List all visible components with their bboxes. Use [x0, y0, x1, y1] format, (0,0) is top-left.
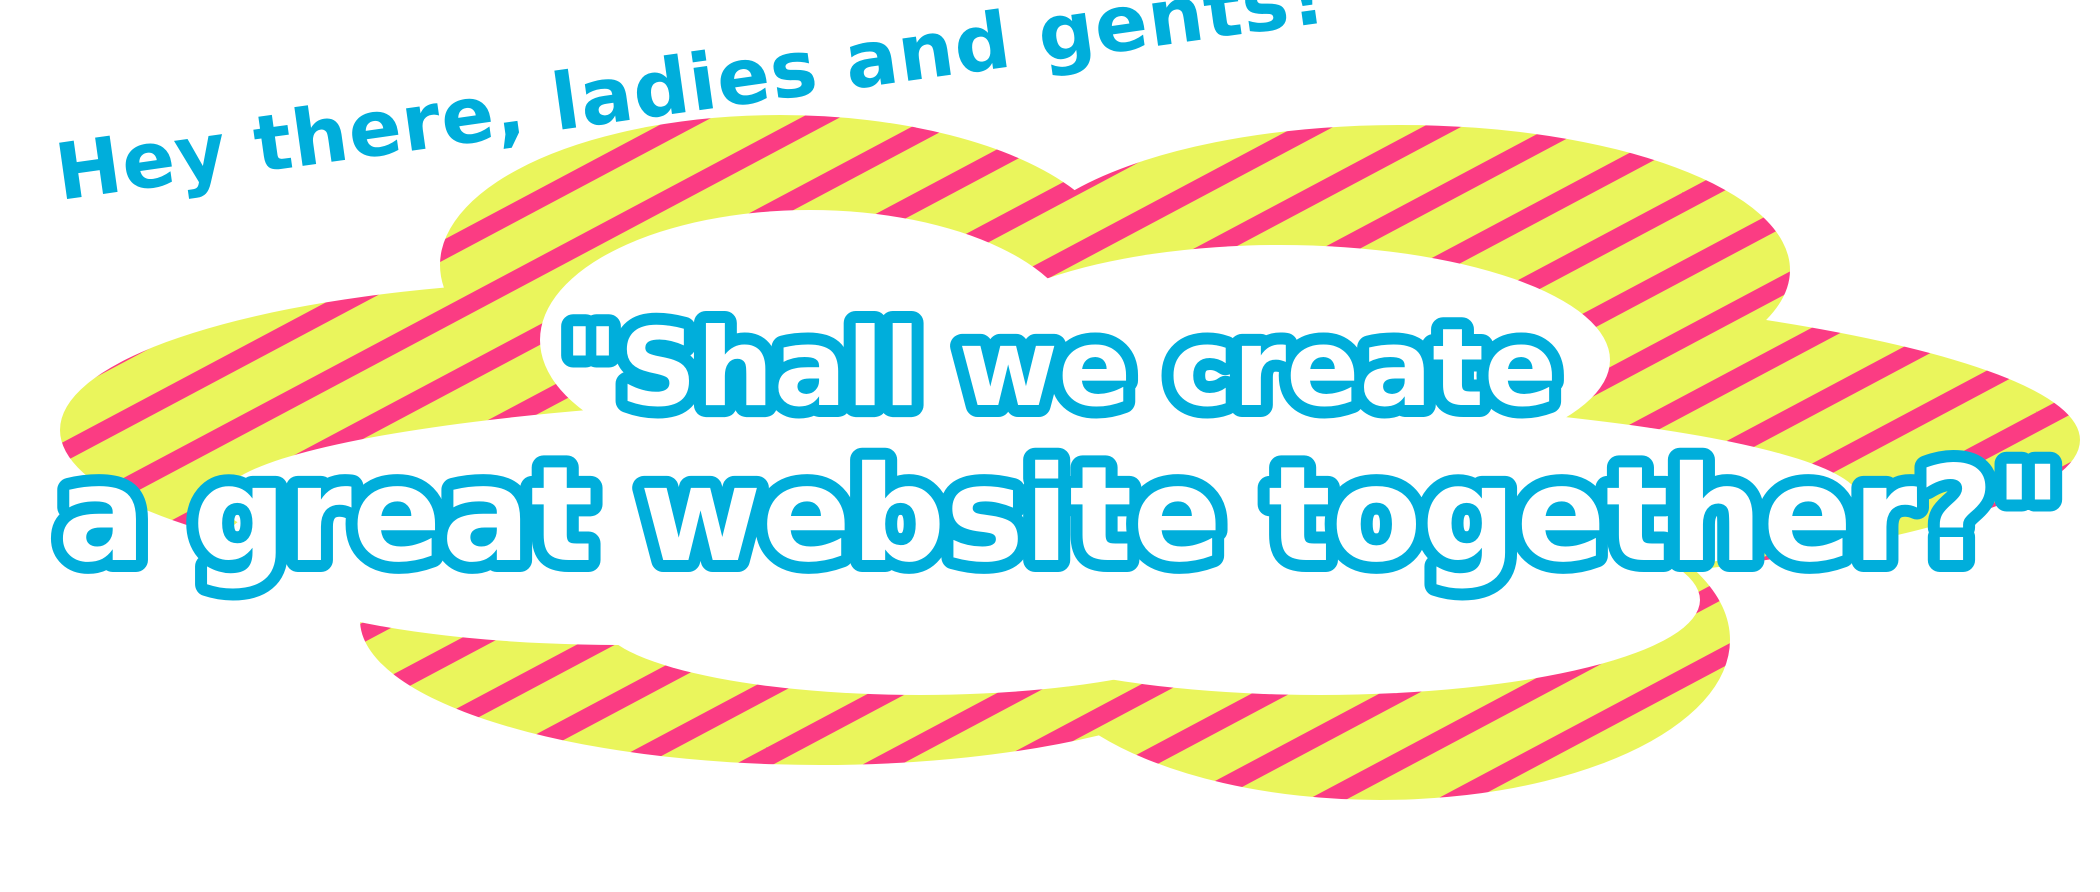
hero-banner: Hey there, ladies and gents! "Shall we c… — [45, 0, 2080, 800]
headline-line-2: a great website together?" — [57, 438, 2062, 592]
headline-line-1: "Shall we create — [563, 306, 1557, 431]
